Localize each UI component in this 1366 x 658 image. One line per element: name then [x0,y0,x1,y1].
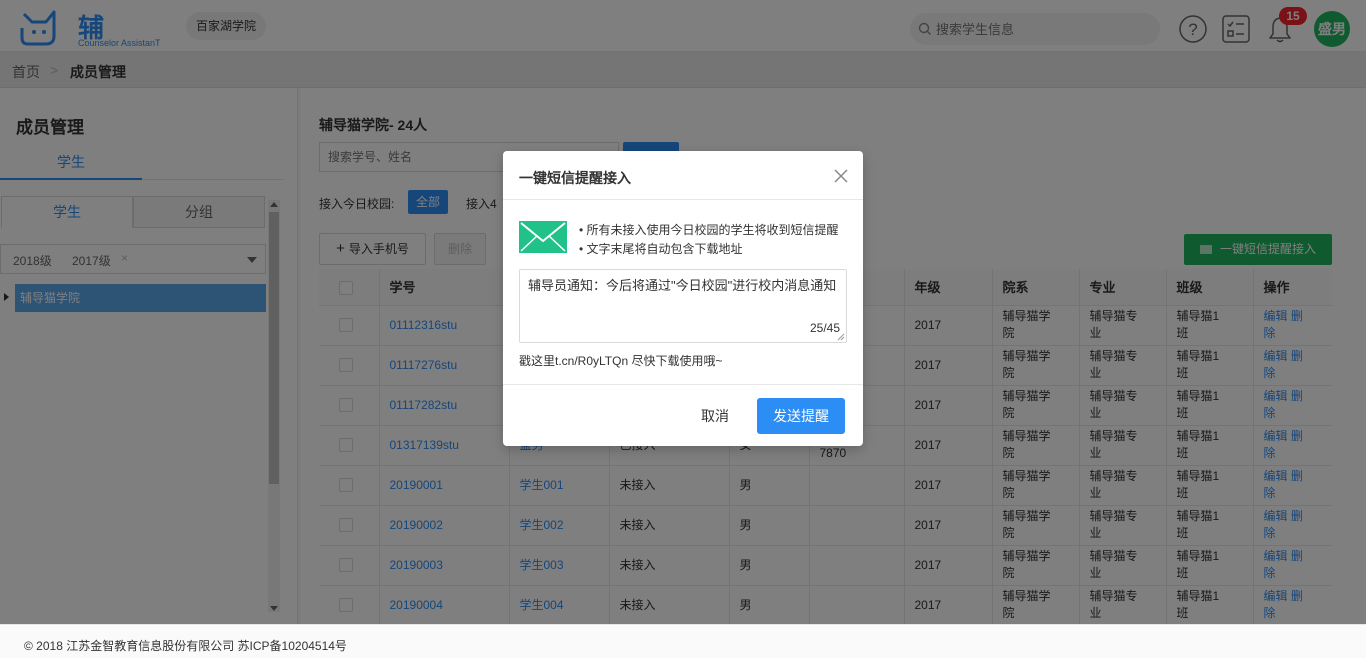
footer: © 2018 江苏金智教育信息股份有限公司 苏ICP备10204514号 [0,624,1366,658]
mail-icon [519,221,567,253]
cancel-button[interactable]: 取消 [689,398,741,434]
modal-note-1: • 所有未接入使用今日校园的学生将收到短信提醒 [579,223,839,237]
resize-handle-icon[interactable] [837,333,845,341]
modal-divider [503,199,863,200]
message-char-count: 25/45 [809,321,840,335]
modal-note-2: • 文字末尾将自动包含下载地址 [579,242,743,256]
download-link-note: 戳这里t.cn/R0yLTQn 尽快下载使用哦~ [519,354,723,368]
modal-footer-divider [503,384,863,385]
message-text: 辅导员通知：今后将通过"今日校园"进行校内消息通知 [528,278,837,293]
close-icon[interactable] [832,167,850,185]
modal-title: 一键短信提醒接入 [519,170,631,186]
sms-modal: 一键短信提醒接入 • 所有未接入使用今日校园的学生将收到短信提醒 • 文字末尾将… [503,151,863,446]
copyright-text: © 2018 江苏金智教育信息股份有限公司 苏ICP备10204514号 [24,639,347,653]
message-textarea[interactable]: 辅导员通知：今后将通过"今日校园"进行校内消息通知 25/45 [519,269,847,343]
send-reminder-button[interactable]: 发送提醒 [757,398,845,434]
